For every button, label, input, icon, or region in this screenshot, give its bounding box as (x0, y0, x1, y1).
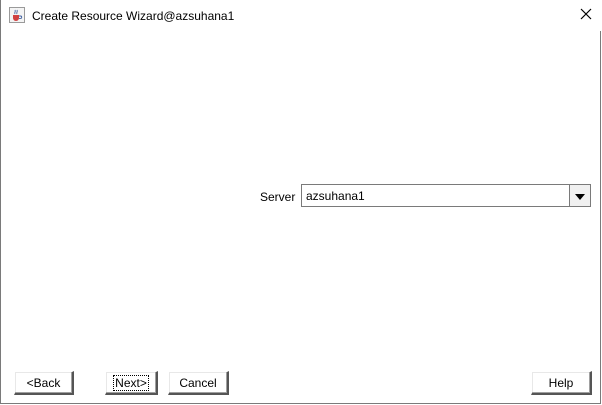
server-value: azsuhana1 (306, 189, 365, 203)
cancel-button[interactable]: Cancel (168, 371, 229, 395)
chevron-down-icon (575, 189, 585, 203)
next-button-label: Next> (113, 375, 149, 391)
server-dropdown-button[interactable] (570, 184, 591, 207)
close-icon (580, 8, 592, 23)
server-field[interactable]: azsuhana1 (301, 184, 570, 207)
title-bar[interactable]: Create Resource Wizard@azsuhana1 (1, 0, 602, 31)
server-combobox[interactable]: azsuhana1 (301, 184, 591, 207)
server-label: Server (260, 190, 296, 204)
next-button[interactable]: Next> (105, 371, 158, 395)
wizard-window: Create Resource Wizard@azsuhana1 Server … (0, 0, 602, 404)
back-button[interactable]: <Back (14, 371, 74, 395)
java-cup-icon (9, 7, 25, 23)
close-button[interactable] (571, 0, 601, 30)
window-title: Create Resource Wizard@azsuhana1 (32, 9, 235, 23)
help-button[interactable]: Help (531, 371, 592, 395)
